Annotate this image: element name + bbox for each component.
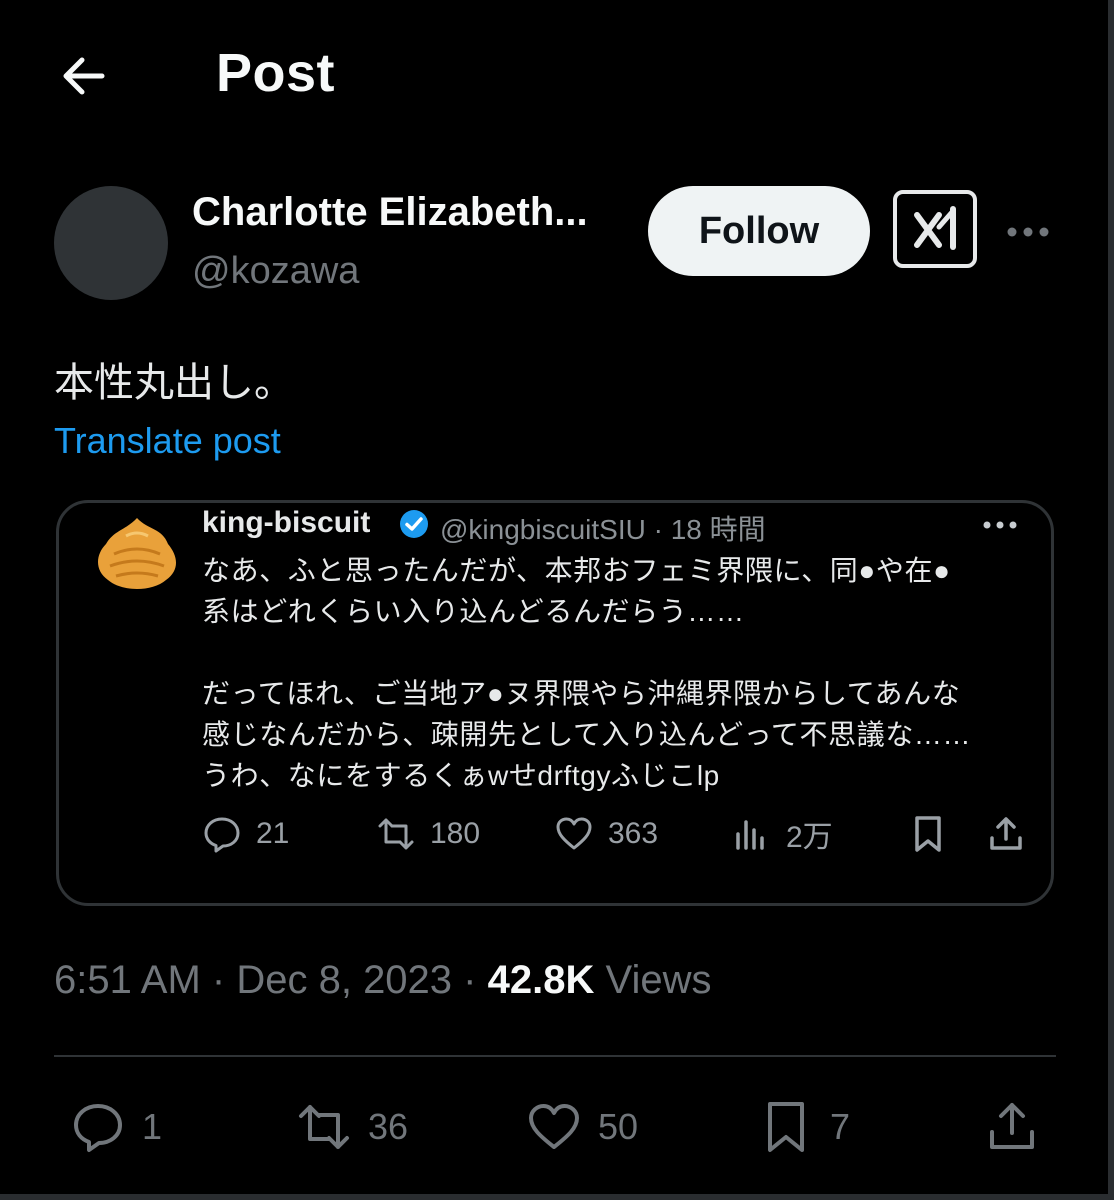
author-avatar[interactable] — [54, 186, 168, 300]
quote-text: なあ、ふと思ったんだが、本邦おフェミ界隈に、同●や在● 系はどれくらい入り込んど… — [202, 555, 972, 791]
quote-views-count: 2万 — [732, 812, 833, 856]
like-icon — [529, 1104, 579, 1149]
page-title: Post — [216, 43, 336, 103]
share-button[interactable] — [984, 1098, 1056, 1156]
back-button[interactable] — [58, 52, 110, 100]
more-icon — [1007, 227, 1049, 237]
quote-bookmark — [908, 812, 962, 856]
bookmark-button[interactable]: 7 — [758, 1098, 850, 1156]
grok-icon — [914, 206, 956, 250]
repost-icon — [299, 1105, 349, 1149]
share-icon — [990, 817, 1022, 850]
post-date[interactable]: Dec 8, 2023 — [236, 958, 452, 1002]
post-time: 6:51 AM — [54, 958, 201, 1002]
like-count: 50 — [598, 1106, 639, 1147]
quote-more-icon — [980, 516, 1020, 534]
meta-separator: · — [211, 958, 226, 1002]
repost-icon — [378, 818, 414, 850]
author-handle[interactable]: @kozawa — [192, 250, 359, 293]
quote-like-value: 363 — [608, 817, 659, 850]
meta-separator-2: · — [463, 958, 477, 1002]
share-icon — [990, 1103, 1034, 1149]
repost-count: 36 — [368, 1106, 409, 1147]
post-text: 本性丸出し。 — [54, 361, 294, 405]
quote-repost-value: 180 — [430, 817, 481, 850]
quote-like-count: 363 — [554, 812, 658, 856]
frame-border-bottom — [0, 1194, 1114, 1200]
reply-count: 1 — [142, 1106, 163, 1147]
quote-reply-count: 21 — [202, 812, 289, 856]
quote-avatar — [92, 514, 182, 596]
author-name[interactable]: Charlotte Elizabeth... — [192, 190, 588, 235]
post-meta: 6:51 AM · Dec 8, 2023 · 42.8K Views — [54, 958, 711, 1003]
repost-button[interactable]: 36 — [296, 1098, 408, 1156]
views-icon — [736, 820, 764, 850]
bookmark-count: 7 — [830, 1106, 851, 1147]
like-button[interactable]: 50 — [526, 1098, 638, 1156]
quote-share — [986, 812, 1040, 856]
quote-reply-value: 21 — [256, 817, 290, 850]
back-arrow-icon — [63, 57, 105, 95]
views-count: 42.8K — [487, 958, 595, 1002]
reply-icon — [74, 1104, 122, 1152]
translate-post-link[interactable]: Translate post — [54, 420, 281, 462]
reply-icon — [204, 817, 240, 853]
bookmark-icon — [915, 816, 941, 852]
bookmark-icon — [768, 1102, 804, 1152]
quote-views-value: 2万 — [786, 821, 833, 854]
divider — [54, 1055, 1056, 1057]
reply-button[interactable]: 1 — [70, 1098, 162, 1156]
quote-repost-count: 180 — [376, 812, 480, 856]
quote-handle-time: @kingbiscuitSIU · 18 時間 — [440, 514, 766, 545]
post-more-button[interactable] — [1004, 220, 1052, 244]
like-icon — [556, 817, 592, 850]
grok-button[interactable] — [893, 190, 977, 268]
quote-author-name: king-biscuit — [202, 506, 371, 539]
follow-button[interactable]: Follow — [648, 186, 870, 276]
views-label: Views — [605, 958, 712, 1002]
frame-border-right — [1108, 0, 1114, 1200]
verified-icon — [398, 508, 430, 540]
